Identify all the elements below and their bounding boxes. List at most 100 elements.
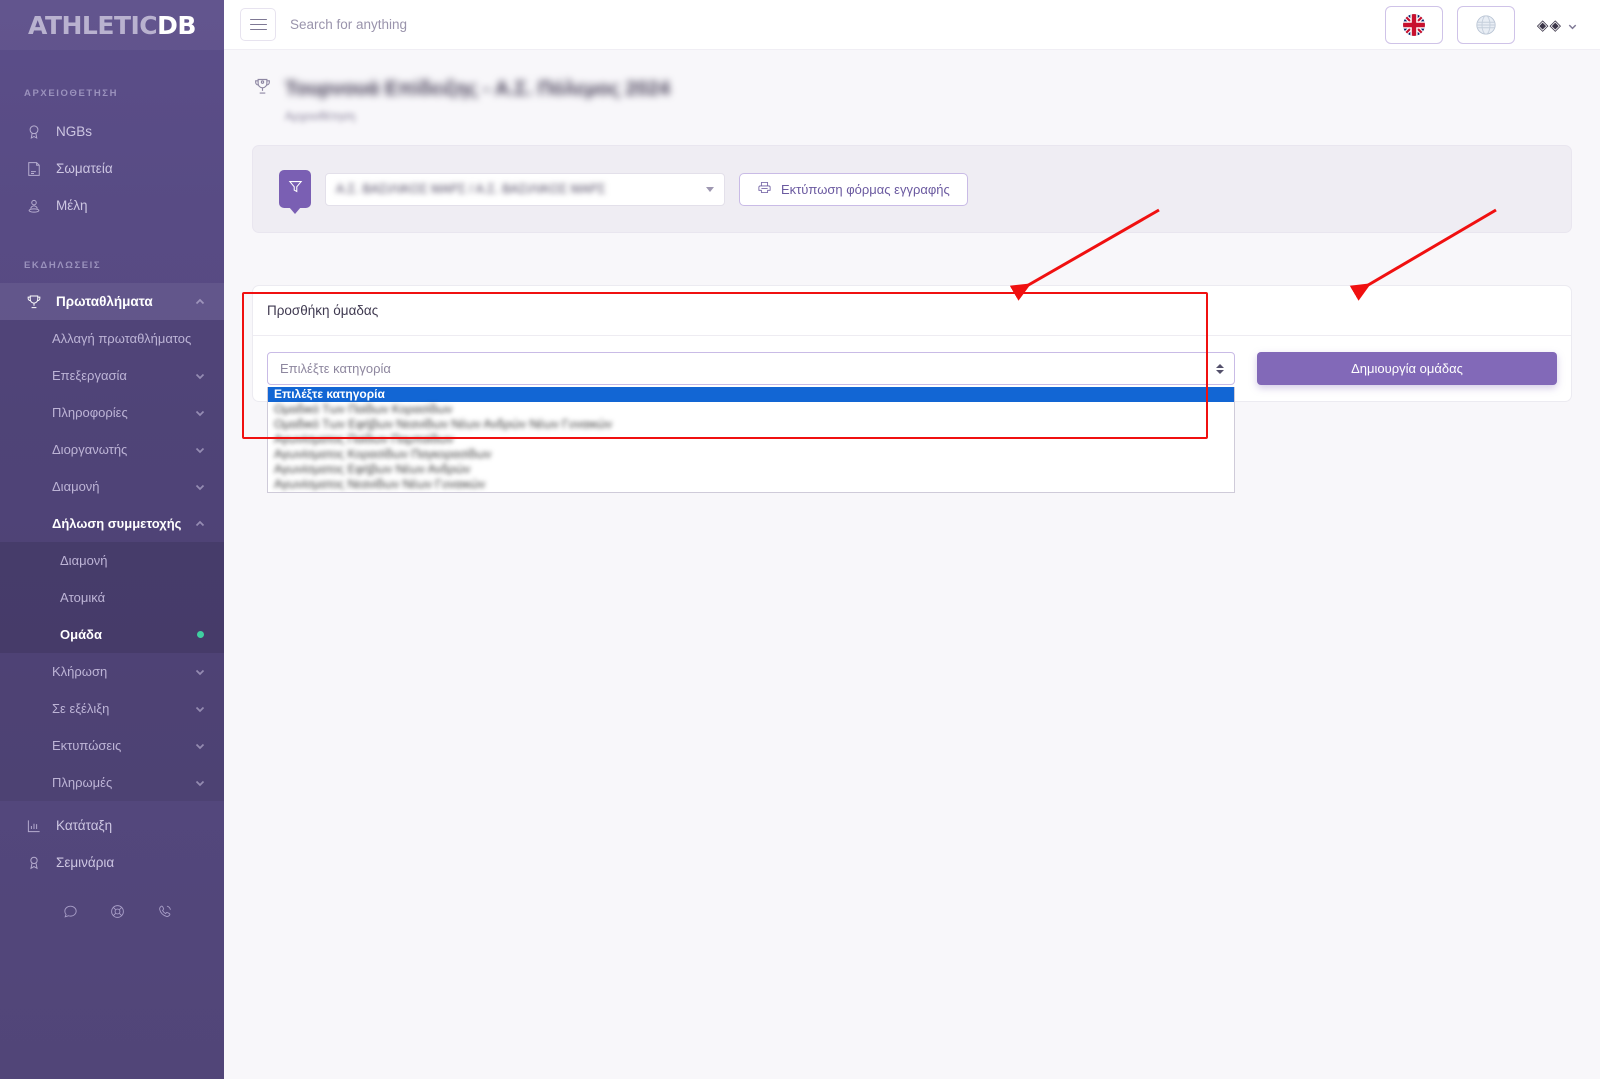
sidebar-item-somateia[interactable]: Σωματεία — [0, 150, 224, 187]
sidebar-item-label: Ατομικά — [60, 590, 106, 605]
category-select-value: Επιλέξτε κατηγορία — [280, 361, 391, 376]
page-title: Τουρνουά Επίδειξης - Α.Σ. Πόλεμος 2024 — [285, 77, 671, 100]
sidebar-item-ngbs[interactable]: NGBs — [0, 113, 224, 150]
sidebar-section-archive: ΑΡΧΕΙΟΘΕΤΗΣΗ — [24, 88, 119, 99]
phone-icon[interactable] — [156, 903, 173, 925]
sidebar: ATHLETICDB ΑΡΧΕΙΟΘΕΤΗΣΗ NGBs Σωματεία Μέ… — [0, 0, 224, 1079]
select-spinner-icon — [1216, 363, 1224, 374]
add-team-card: Προσθήκη όμαδας Επιλέξτε κατηγορία Επιλέ… — [252, 285, 1572, 493]
sidebar-item-label: Πρωταθλήματα — [56, 294, 153, 309]
sidebar-subnav-participation: Διαμονή Ατομικά Ομάδα — [0, 542, 224, 653]
sidebar-item-label: NGBs — [56, 124, 93, 139]
printer-icon — [757, 180, 772, 198]
sidebar-item-participation-atomika[interactable]: Ατομικά — [0, 579, 224, 616]
club-filter-select[interactable]: Α.Σ. ΒΑΣΙΛΙΚΟΣ ΜΑΡΣ / Α.Σ. ΒΑΣΙΛΙΚΟΣ ΜΑΡ… — [325, 172, 725, 206]
sidebar-item-plirofories[interactable]: Πληροφορίες — [0, 394, 224, 431]
chevron-up-icon — [194, 296, 206, 308]
hamburger-icon[interactable] — [240, 8, 276, 41]
sidebar-item-dilosi-symmetochis[interactable]: Δήλωση συμμετοχής — [0, 505, 224, 542]
funnel-icon[interactable] — [279, 170, 311, 208]
sidebar-item-allagi-protathlimatos[interactable]: Αλλαγή πρωταθλήματος — [0, 320, 224, 357]
chevron-down-icon — [1567, 19, 1578, 30]
chevron-down-icon — [194, 740, 206, 752]
sidebar-item-label: Ομάδα — [60, 627, 102, 642]
filter-bar: Α.Σ. ΒΑΣΙΛΙΚΟΣ ΜΑΡΣ / Α.Σ. ΒΑΣΙΛΙΚΟΣ ΜΑΡ… — [252, 145, 1572, 233]
trophy-icon — [24, 292, 43, 311]
chevron-up-icon — [194, 518, 206, 530]
sidebar-item-label: Πληροφορίες — [52, 405, 128, 420]
sidebar-item-label: Σε εξέλιξη — [52, 701, 110, 716]
chart-bars-icon — [24, 816, 43, 835]
sidebar-item-se-exelixi[interactable]: Σε εξέλιξη — [0, 690, 224, 727]
brand-athletic: ATHLETIC — [28, 10, 158, 40]
sidebar-item-meli[interactable]: Μέλη — [0, 187, 224, 224]
category-option[interactable]: Ομαδικό Των Εφήβων Νεανίδων Νέων Ανδρών … — [268, 417, 1234, 432]
user-label: ◈◈ — [1536, 15, 1562, 34]
sidebar-item-label: Κατάταξη — [56, 818, 113, 833]
sidebar-item-pliromes[interactable]: Πληρωμές — [0, 764, 224, 801]
lifebuoy-icon[interactable] — [109, 903, 126, 925]
sidebar-item-label: Μέλη — [56, 198, 88, 213]
chevron-down-icon — [194, 481, 206, 493]
sidebar-item-label: Σεμινάρια — [56, 855, 115, 870]
sidebar-item-label: Επεξεργασία — [52, 368, 127, 383]
chevron-down-icon — [706, 186, 714, 192]
language-switcher-button[interactable] — [1384, 5, 1443, 44]
sidebar-item-diamoni[interactable]: Διαμονή — [0, 468, 224, 505]
search-input[interactable] — [290, 17, 610, 32]
sidebar-item-label: Πληρωμές — [52, 775, 113, 790]
add-team-card-body: Επιλέξτε κατηγορία Επιλέξτε κατηγορία Ομ… — [253, 336, 1571, 493]
award-person-icon — [24, 853, 43, 872]
sidebar-item-label: Εκτυπώσεις — [52, 738, 122, 753]
globe-button[interactable] — [1456, 5, 1515, 44]
breadcrumb: Αρχειοθέτηση — [285, 111, 356, 123]
chevron-down-icon — [194, 666, 206, 678]
chevron-down-icon — [194, 407, 206, 419]
member-pin-icon — [24, 196, 43, 215]
category-select[interactable]: Επιλέξτε κατηγορία — [267, 352, 1235, 385]
sidebar-nav: ΑΡΧΕΙΟΘΕΤΗΣΗ NGBs Σωματεία Μέλη ΕΚΔΗΛΩΣΕ… — [0, 50, 224, 1079]
brand-logo[interactable]: ATHLETICDB — [0, 0, 224, 50]
active-indicator-dot — [197, 631, 204, 638]
sidebar-item-epexergasia[interactable]: Επεξεργασία — [0, 357, 224, 394]
sidebar-section-events: ΕΚΔΗΛΩΣΕΙΣ — [24, 260, 102, 271]
chevron-down-icon — [194, 777, 206, 789]
create-team-button[interactable]: Δημιουργία ομάδας — [1257, 352, 1557, 385]
sidebar-item-diorganotis[interactable]: Διοργανωτής — [0, 431, 224, 468]
sidebar-item-participation-diamoni[interactable]: Διαμονή — [0, 542, 224, 579]
sidebar-item-ektyposeis[interactable]: Εκτυπώσεις — [0, 727, 224, 764]
print-button-label: Εκτύπωση φόρμας εγγραφής — [781, 181, 950, 197]
print-registration-form-button[interactable]: Εκτύπωση φόρμας εγγραφής — [739, 172, 968, 206]
sidebar-item-participation-omada[interactable]: Ομάδα — [0, 616, 224, 653]
sidebar-item-seminaria[interactable]: Σεμινάρια — [0, 844, 224, 881]
category-option[interactable]: Αγωνίσματος Παίδων Παμπαίδων — [268, 432, 1234, 447]
sidebar-item-label: Αλλαγή πρωταθλήματος — [52, 331, 192, 346]
sidebar-item-label: Δήλωση συμμετοχής — [52, 516, 182, 531]
category-option[interactable]: Επιλέξτε κατηγορία — [268, 387, 1234, 402]
page-title-row: Τουρνουά Επίδειξης - Α.Σ. Πόλεμος 2024 — [252, 76, 1572, 102]
user-menu[interactable]: ◈◈ — [1537, 16, 1578, 34]
category-option[interactable]: Ομαδικό Των Παίδων Κορασίδων — [268, 402, 1234, 417]
trophy-icon — [252, 76, 273, 102]
sidebar-item-klirosi[interactable]: Κλήρωση — [0, 653, 224, 690]
app-root: ATHLETICDB ΑΡΧΕΙΟΘΕΤΗΣΗ NGBs Σωματεία Μέ… — [0, 0, 1600, 1079]
category-option[interactable]: Αγωνίσματος Νεανίδων Νέων Γυναικών — [268, 477, 1234, 492]
page-header: Τουρνουά Επίδειξης - Α.Σ. Πόλεμος 2024 Α… — [224, 50, 1600, 123]
chat-icon[interactable] — [62, 903, 79, 925]
sidebar-item-label: Διαμονή — [52, 479, 100, 494]
sidebar-item-label: Διοργανωτής — [52, 442, 128, 457]
category-option[interactable]: Αγωνίσματος Κορασίδων Παγκορασίδων — [268, 447, 1234, 462]
medal-icon — [24, 122, 43, 141]
sidebar-item-katataxi[interactable]: Κατάταξη — [0, 807, 224, 844]
sidebar-item-label: Σωματεία — [56, 161, 113, 176]
sidebar-item-label: Κλήρωση — [52, 664, 108, 679]
sidebar-item-protathlimata[interactable]: Πρωταθλήματα — [0, 283, 224, 320]
building-icon — [24, 159, 43, 178]
top-bar: ◈◈ — [224, 0, 1600, 50]
category-select-wrapper: Επιλέξτε κατηγορία Επιλέξτε κατηγορία Ομ… — [267, 352, 1235, 493]
category-options-list[interactable]: Επιλέξτε κατηγορία Ομαδικό Των Παίδων Κο… — [267, 387, 1235, 493]
category-option[interactable]: Αγωνίσματος Εφήβων Νέων Ανδρών — [268, 462, 1234, 477]
sidebar-subnav-championships: Αλλαγή πρωταθλήματος Επεξεργασία Πληροφο… — [0, 320, 224, 801]
chevron-down-icon — [194, 444, 206, 456]
brand-db: DB — [157, 10, 196, 40]
